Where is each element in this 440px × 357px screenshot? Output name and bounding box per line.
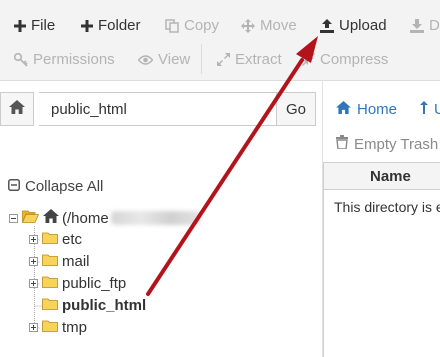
tree-root[interactable]: (/home (9, 209, 201, 227)
tree-item-label: etc (62, 231, 83, 248)
expand-toggle-icon[interactable] (29, 323, 38, 332)
tree-item-mail[interactable]: mail (29, 253, 90, 270)
expand-toggle-icon[interactable] (29, 235, 38, 244)
tree-root-label: (/home (62, 209, 109, 227)
home-icon (43, 209, 59, 227)
tree-item-label: public_html (62, 297, 147, 314)
folder-icon (42, 253, 58, 270)
tree-item-public-html[interactable]: public_html (42, 297, 146, 314)
tree-item-label: mail (62, 253, 90, 270)
folder-icon (42, 319, 58, 336)
folder-icon (42, 275, 58, 292)
expand-toggle-icon[interactable] (29, 257, 38, 266)
tree-item-label: tmp (62, 319, 88, 336)
collapse-toggle-icon[interactable] (9, 213, 18, 223)
tree-item-public-ftp[interactable]: public_ftp (29, 275, 126, 292)
tree-item-etc[interactable]: etc (29, 231, 82, 248)
tree-item-label: public_ftp (62, 275, 127, 292)
blurred-username (110, 211, 201, 225)
folder-icon (42, 231, 58, 248)
tree-item-tmp[interactable]: tmp (29, 319, 87, 336)
folder-icon (42, 297, 58, 314)
open-folder-icon (21, 210, 40, 227)
expand-toggle-icon[interactable] (29, 279, 38, 288)
